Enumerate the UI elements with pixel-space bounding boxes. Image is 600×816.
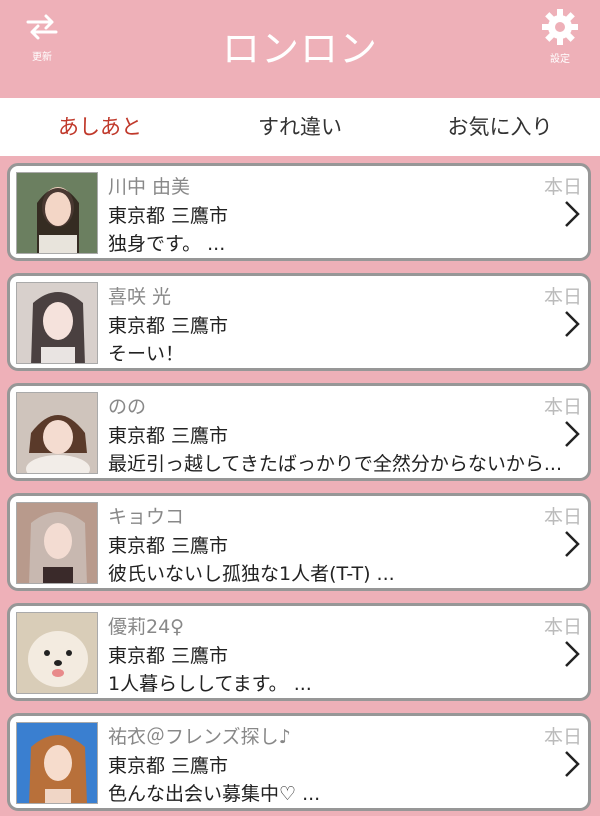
avatar: [16, 392, 98, 474]
user-message: そーい！: [108, 343, 185, 365]
chevron-right-icon: [565, 311, 580, 337]
page-title: ロンロン: [221, 27, 378, 71]
chevron-right-icon: [565, 531, 580, 557]
user-name: のの: [108, 396, 147, 418]
list-item[interactable]: 川中 由美 東京都 三鷹市 独身です。 ... 本日: [7, 163, 591, 261]
user-location: 東京都 三鷹市: [108, 645, 229, 667]
tab-bar: あしあと すれ違い お気に入り: [0, 98, 600, 156]
visit-date: 本日: [543, 286, 582, 308]
settings-label: 設定: [550, 54, 570, 65]
list-item[interactable]: 祐衣＠フレンズ探し♪ 東京都 三鷹市 色んな出会い募集中♡ ... 本日: [7, 713, 591, 811]
avatar: [16, 282, 98, 364]
user-message: 色んな出会い募集中♡ ...: [108, 783, 321, 805]
visit-date: 本日: [543, 726, 582, 748]
settings-button[interactable]: 設定: [530, 6, 590, 70]
user-name: 喜咲 光: [108, 286, 172, 308]
app-header: 更新 ロンロン 設定: [0, 0, 600, 98]
avatar: [16, 612, 98, 694]
user-location: 東京都 三鷹市: [108, 205, 229, 227]
user-name: 祐衣＠フレンズ探し♪: [108, 726, 291, 748]
chevron-right-icon: [565, 421, 580, 447]
avatar: [16, 172, 98, 254]
user-message: 1人暮らししてます。 ...: [108, 673, 312, 695]
gear-icon: [542, 9, 578, 45]
tab-favorites[interactable]: お気に入り: [400, 98, 600, 156]
visit-date: 本日: [543, 506, 582, 528]
user-name: 川中 由美: [108, 176, 191, 198]
user-message: 彼氏いないし孤独な1人者(T-T) ...: [108, 563, 395, 585]
user-location: 東京都 三鷹市: [108, 425, 229, 447]
list-item[interactable]: キョウコ 東京都 三鷹市 彼氏いないし孤独な1人者(T-T) ... 本日: [7, 493, 591, 591]
visit-date: 本日: [543, 616, 582, 638]
avatar: [16, 502, 98, 584]
user-name: 優莉24♀: [108, 616, 185, 638]
user-name: キョウコ: [108, 506, 185, 528]
chevron-right-icon: [565, 751, 580, 777]
chevron-right-icon: [565, 201, 580, 227]
user-location: 東京都 三鷹市: [108, 535, 229, 557]
user-message: 最近引っ越してきたばっかりで全然分からないから...: [108, 453, 562, 475]
list-item[interactable]: 優莉24♀ 東京都 三鷹市 1人暮らししてます。 ... 本日: [7, 603, 591, 701]
tab-surechigai[interactable]: すれ違い: [200, 98, 400, 156]
list-item[interactable]: 喜咲 光 東京都 三鷹市 そーい！ 本日: [7, 273, 591, 371]
user-location: 東京都 三鷹市: [108, 315, 229, 337]
avatar: [16, 722, 98, 804]
list-item[interactable]: のの 東京都 三鷹市 最近引っ越してきたばっかりで全然分からないから... 本日: [7, 383, 591, 481]
visit-date: 本日: [543, 396, 582, 418]
user-location: 東京都 三鷹市: [108, 755, 229, 777]
visit-date: 本日: [543, 176, 582, 198]
chevron-right-icon: [565, 641, 580, 667]
user-message: 独身です。 ...: [108, 233, 226, 255]
tab-ashiato[interactable]: あしあと: [0, 98, 200, 156]
